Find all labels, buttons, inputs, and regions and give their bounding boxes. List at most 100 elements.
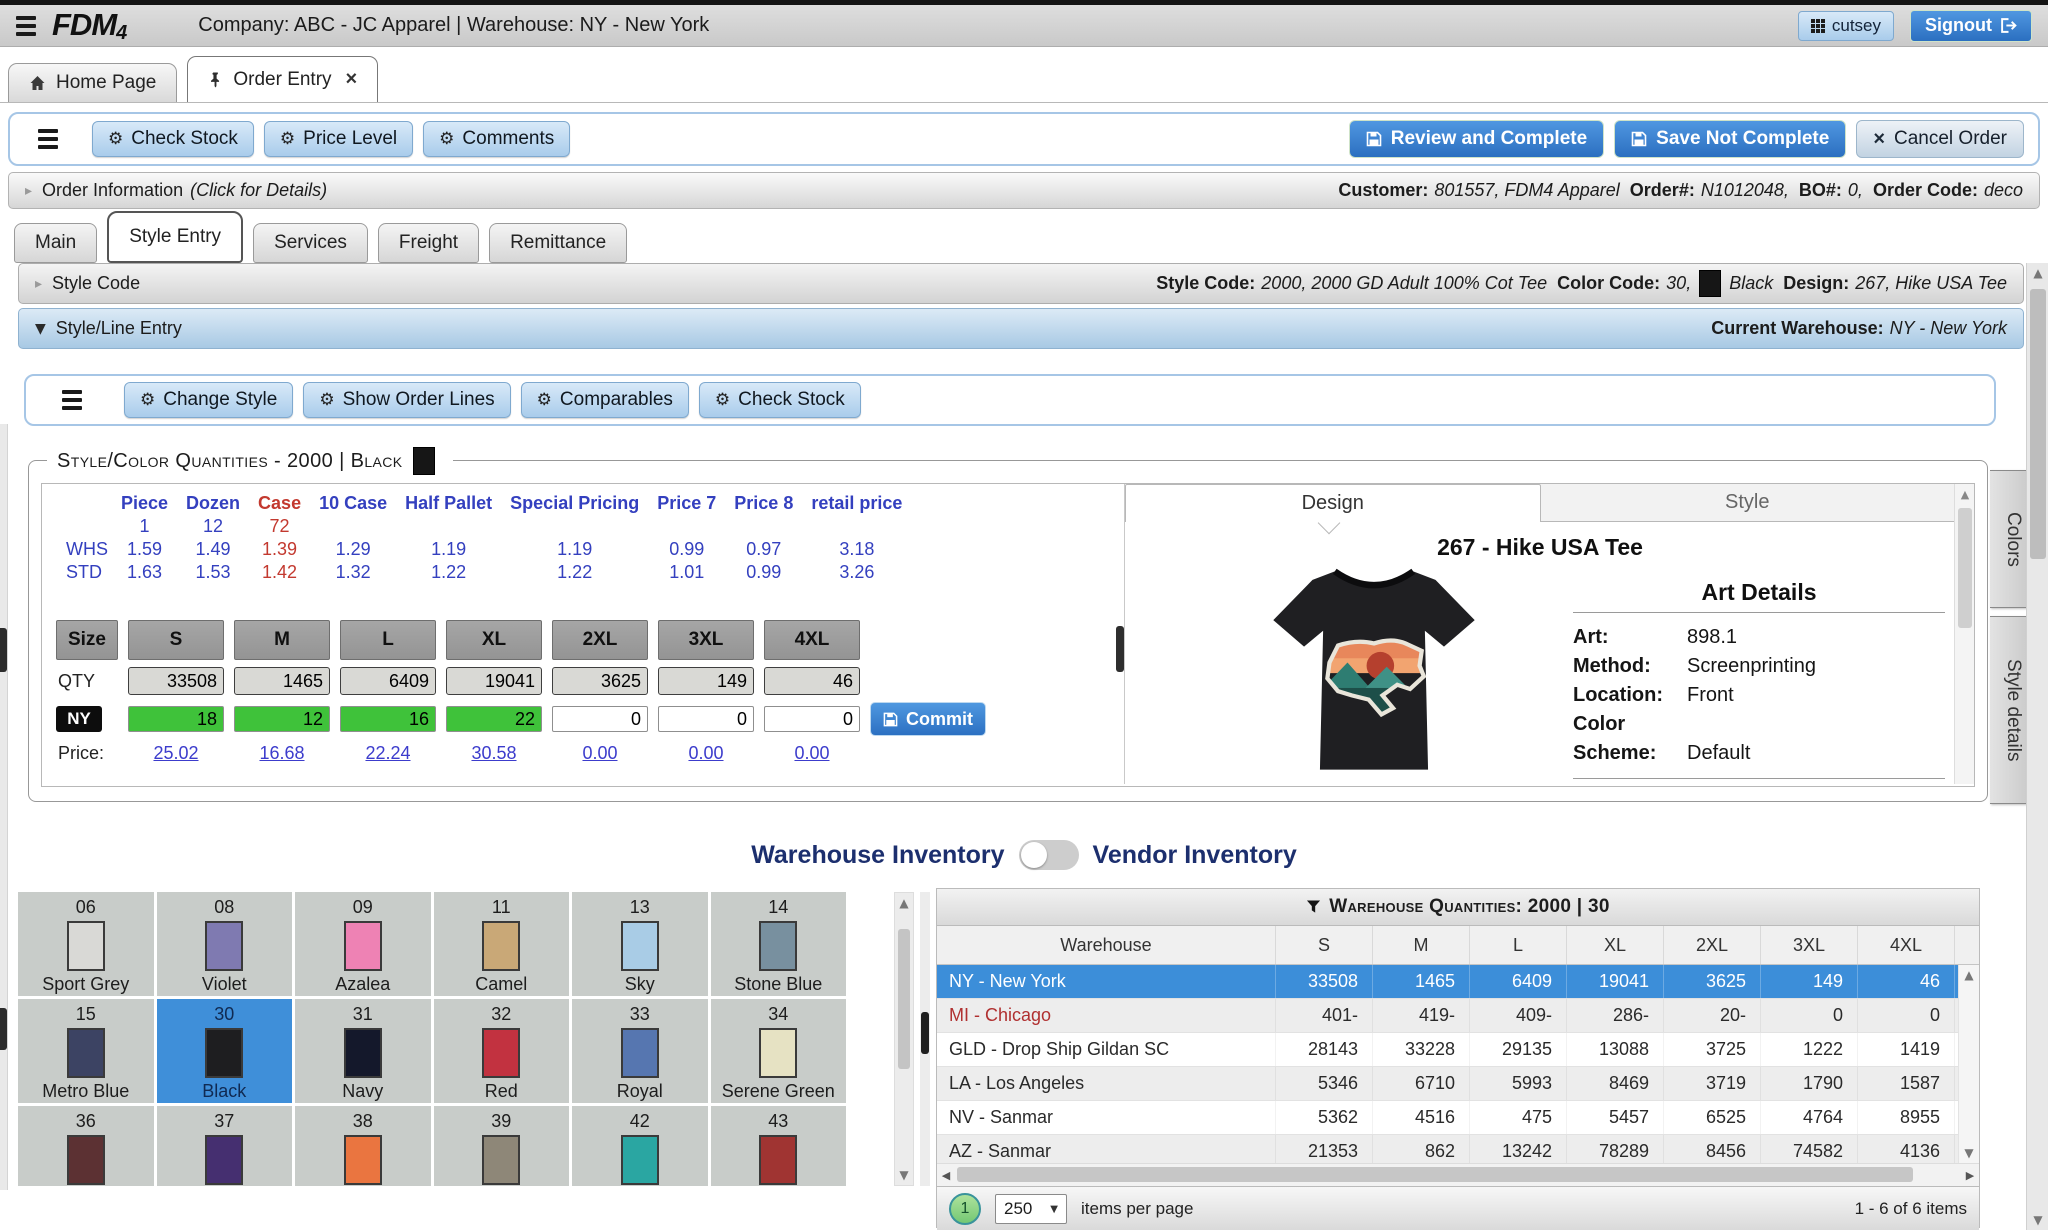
splitter-handle[interactable]	[921, 1012, 929, 1054]
color-cell[interactable]: 39Prairie Dust	[434, 1106, 570, 1186]
comments-button[interactable]: ⚙Comments	[423, 121, 570, 157]
table-scrollbar[interactable]: ▲ ▼	[1958, 965, 1979, 1163]
show-order-lines-button[interactable]: ⚙Show Order Lines	[303, 382, 510, 418]
price-link[interactable]: 30.58	[446, 743, 542, 764]
page-number-button[interactable]: 1	[949, 1193, 981, 1225]
color-cell[interactable]: 14Stone Blue	[711, 892, 847, 996]
column-m[interactable]: M	[1373, 926, 1470, 964]
tab-home-page[interactable]: Home Page	[8, 63, 177, 102]
column-3xl[interactable]: 3XL	[1761, 926, 1858, 964]
tab-remittance[interactable]: Remittance	[489, 223, 627, 263]
table-row[interactable]: GLD - Drop Ship Gildan SC 28143332282913…	[937, 1033, 1979, 1067]
scrollbar-thumb[interactable]	[957, 1167, 1913, 1182]
price-link[interactable]: 0.00	[658, 743, 754, 764]
table-row[interactable]: MI - Chicago 401-419-409-286-20-00	[937, 999, 1979, 1033]
color-cell[interactable]: 09Azalea	[295, 892, 431, 996]
color-cell[interactable]: 08Violet	[157, 892, 293, 996]
splitter-handle[interactable]	[0, 1008, 7, 1050]
comparables-button[interactable]: ⚙Comparables	[521, 382, 689, 418]
available-qty-field[interactable]	[552, 667, 648, 695]
change-style-button[interactable]: ⚙Change Style	[124, 382, 293, 418]
cancel-order-button[interactable]: ×Cancel Order	[1856, 120, 2024, 158]
scroll-right-icon[interactable]: ▶	[1961, 1169, 1979, 1182]
color-cell[interactable]: 33Royal	[572, 999, 708, 1103]
available-qty-field[interactable]	[764, 667, 860, 695]
scroll-up-icon[interactable]: ▲	[1955, 484, 1975, 501]
available-qty-field[interactable]	[234, 667, 330, 695]
scroll-down-icon[interactable]: ▼	[2027, 1210, 2048, 1230]
scroll-left-icon[interactable]: ◀	[937, 1169, 955, 1182]
page-scrollbar[interactable]: ▲ ▼	[2026, 263, 2048, 1230]
available-qty-field[interactable]	[128, 667, 224, 695]
price-link[interactable]: 0.00	[764, 743, 860, 764]
order-qty-field[interactable]	[340, 706, 436, 732]
scroll-down-icon[interactable]: ▼	[1959, 1143, 1979, 1163]
tab-freight[interactable]: Freight	[378, 223, 479, 263]
order-qty-field[interactable]	[552, 706, 648, 732]
price-link[interactable]: 16.68	[234, 743, 330, 764]
user-menu-button[interactable]: cutsey	[1798, 11, 1894, 41]
price-link[interactable]: 0.00	[552, 743, 648, 764]
tab-main[interactable]: Main	[14, 223, 97, 263]
color-cell[interactable]: 31Navy	[295, 999, 431, 1103]
color-cell[interactable]: 37Purple	[157, 1106, 293, 1186]
table-horizontal-scrollbar[interactable]: ◀ ▶	[937, 1163, 1979, 1186]
available-qty-field[interactable]	[658, 667, 754, 695]
toggle-knob[interactable]	[1021, 842, 1047, 868]
color-cell[interactable]: 06Sport Grey	[18, 892, 154, 996]
order-qty-field[interactable]	[128, 706, 224, 732]
price-link[interactable]: 22.24	[340, 743, 436, 764]
tab-order-entry[interactable]: Order Entry ×	[187, 56, 378, 102]
order-qty-field[interactable]	[764, 706, 860, 732]
style-code-bar[interactable]: ▸ Style Code Style Code: 2000, 2000 GD A…	[18, 263, 2024, 304]
close-tab-icon[interactable]: ×	[346, 68, 358, 91]
color-grid-scrollbar[interactable]: ▲ ▼	[894, 892, 914, 1186]
column-warehouse[interactable]: Warehouse	[937, 926, 1276, 964]
scrollbar-thumb[interactable]	[1958, 508, 1972, 628]
scroll-down-icon[interactable]: ▼	[895, 1165, 913, 1185]
line-check-stock-button[interactable]: ⚙Check Stock	[699, 382, 861, 418]
column-xl[interactable]: XL	[1567, 926, 1664, 964]
price-level-button[interactable]: ⚙Price Level	[264, 121, 413, 157]
style-line-entry-bar[interactable]: ▼ Style/Line Entry Current Warehouse: NY…	[18, 308, 2024, 349]
scroll-up-icon[interactable]: ▲	[895, 893, 913, 913]
line-toolbar-hamburger-icon[interactable]	[62, 390, 82, 410]
save-not-complete-button[interactable]: Save Not Complete	[1614, 120, 1846, 158]
table-row-selected[interactable]: NY - New York 33508146564091904136251494…	[937, 965, 1979, 999]
tab-style-entry[interactable]: Style Entry	[107, 211, 243, 263]
order-information-bar[interactable]: ▸ Order Information (Click for Details) …	[8, 172, 2040, 209]
price-link[interactable]: 25.02	[128, 743, 224, 764]
scrollbar-thumb[interactable]	[898, 929, 910, 1069]
signout-button[interactable]: Signout	[1910, 10, 2032, 42]
commit-button[interactable]: Commit	[870, 702, 986, 736]
tab-style[interactable]: Style	[1541, 484, 1956, 522]
check-stock-button[interactable]: ⚙Check Stock	[92, 121, 254, 157]
table-row[interactable]: LA - Los Angeles 53466710599384693719179…	[937, 1067, 1979, 1101]
color-cell[interactable]: 43Cardinal	[711, 1106, 847, 1186]
color-cell[interactable]: 36Maroon	[18, 1106, 154, 1186]
column-s[interactable]: S	[1276, 926, 1373, 964]
available-qty-field[interactable]	[446, 667, 542, 695]
color-cell[interactable]: 13Sky	[572, 892, 708, 996]
order-qty-field[interactable]	[446, 706, 542, 732]
inventory-toggle-switch[interactable]	[1019, 840, 1079, 870]
column-l[interactable]: L	[1470, 926, 1567, 964]
column-2xl[interactable]: 2XL	[1664, 926, 1761, 964]
color-cell[interactable]: 11Camel	[434, 892, 570, 996]
table-row[interactable]: NV - Sanmar 536245164755457652547648955	[937, 1101, 1979, 1135]
toolbar-hamburger-icon[interactable]	[38, 129, 58, 149]
panel-splitter-handle[interactable]	[1116, 626, 1124, 672]
design-scrollbar[interactable]: ▲	[1954, 484, 1975, 784]
scroll-up-icon[interactable]: ▲	[2027, 263, 2048, 283]
color-cell-selected[interactable]: 30Black	[157, 999, 293, 1103]
color-cell[interactable]: 38Orange	[295, 1106, 431, 1186]
available-qty-field[interactable]	[340, 667, 436, 695]
menu-hamburger-icon[interactable]	[16, 16, 36, 36]
order-qty-field[interactable]	[234, 706, 330, 732]
tab-services[interactable]: Services	[253, 223, 368, 263]
order-qty-field[interactable]	[658, 706, 754, 732]
scrollbar-thumb[interactable]	[2030, 289, 2046, 559]
color-cell[interactable]: 32Red	[434, 999, 570, 1103]
color-cell[interactable]: 34Serene Green	[711, 999, 847, 1103]
color-cell[interactable]: 42Jade Dome	[572, 1106, 708, 1186]
